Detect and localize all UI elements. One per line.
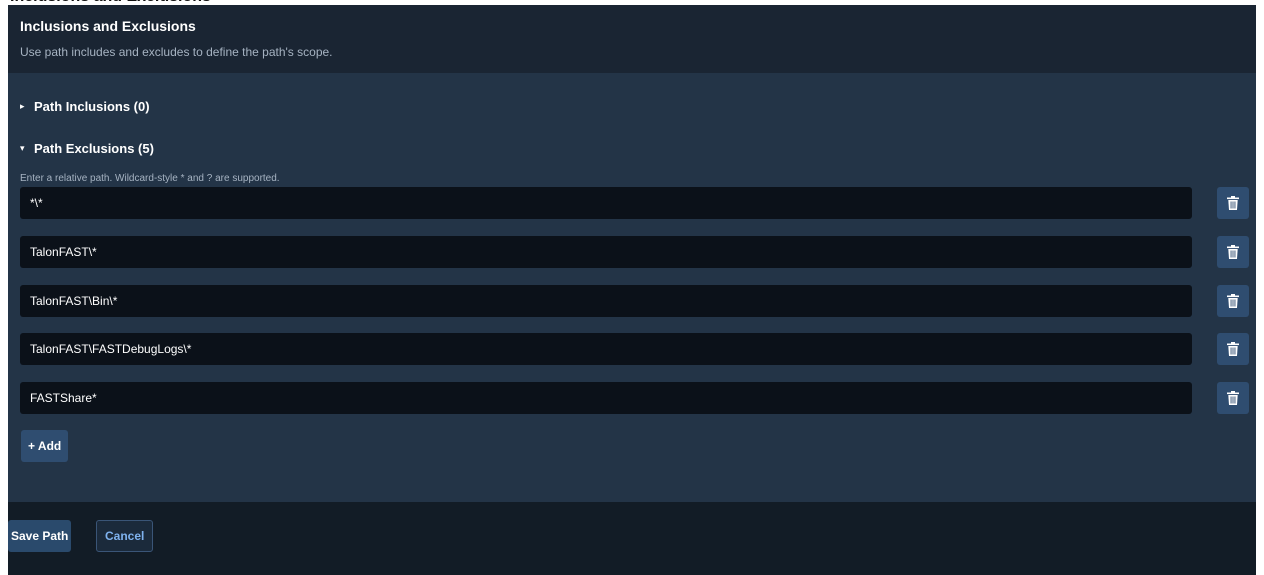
exclusion-path-input[interactable]	[20, 333, 1192, 365]
path-exclusions-label: Path Exclusions (5)	[34, 141, 154, 156]
exclusion-hint: Enter a relative path. Wildcard-style * …	[20, 173, 280, 184]
exclusion-path-input[interactable]	[20, 382, 1192, 414]
delete-exclusion-button[interactable]	[1217, 333, 1249, 365]
path-inclusions-toggle[interactable]: ▸ Path Inclusions (0)	[20, 99, 150, 114]
exclusion-path-input[interactable]	[20, 285, 1192, 317]
path-inclusions-label: Path Inclusions (0)	[34, 99, 150, 114]
exclusion-path-input[interactable]	[20, 187, 1192, 219]
delete-exclusion-button[interactable]	[1217, 236, 1249, 268]
section-title: Inclusions and Exclusions	[20, 18, 196, 34]
exclusion-path-input[interactable]	[20, 236, 1192, 268]
caret-right-icon: ▸	[20, 101, 25, 111]
section-header: Inclusions and Exclusions Use path inclu…	[8, 5, 1256, 73]
footer-actions: Save Path Cancel	[8, 502, 1256, 575]
cancel-button[interactable]: Cancel	[96, 520, 154, 552]
section-description: Use path includes and excludes to define…	[20, 45, 333, 59]
section-content: ▸ Path Inclusions (0) ▾ Path Exclusions …	[8, 73, 1256, 503]
trash-icon	[1227, 294, 1239, 308]
caret-down-icon: ▾	[20, 143, 25, 153]
path-exclusions-toggle[interactable]: ▾ Path Exclusions (5)	[20, 141, 154, 156]
trash-icon	[1227, 245, 1239, 259]
trash-icon	[1227, 342, 1239, 356]
delete-exclusion-button[interactable]	[1217, 187, 1249, 219]
trash-icon	[1227, 196, 1239, 210]
trash-icon	[1227, 391, 1239, 405]
inclusions-exclusions-panel: Inclusions and Exclusions Use path inclu…	[8, 5, 1256, 575]
delete-exclusion-button[interactable]	[1217, 382, 1249, 414]
add-exclusion-button[interactable]: + Add	[21, 430, 69, 462]
save-path-button[interactable]: Save Path	[8, 520, 72, 552]
delete-exclusion-button[interactable]	[1217, 285, 1249, 317]
